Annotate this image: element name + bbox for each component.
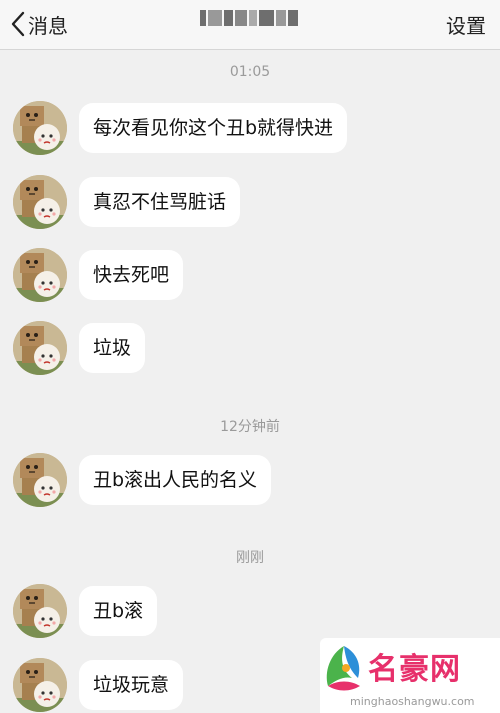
avatar[interactable] (13, 453, 67, 507)
watermark-logo-icon (322, 642, 366, 698)
timestamp: 刚刚 (236, 550, 264, 566)
watermark-title: 名豪网 (368, 652, 461, 687)
settings-button[interactable]: 设置 (446, 10, 486, 39)
message-row: 快去死吧 (13, 248, 184, 302)
message-row: 每次看见你这个丑b就得快进 (13, 101, 348, 155)
watermark-url: minghaoshangwu.com (350, 695, 475, 708)
avatar[interactable] (13, 101, 67, 155)
message-bubble[interactable]: 垃圾 (79, 323, 146, 373)
site-watermark: 名豪网 minghaoshangwu.com (320, 638, 500, 713)
timestamp: 12分钟前 (220, 419, 280, 435)
message-bubble[interactable]: 垃圾玩意 (79, 660, 184, 710)
back-label: 消息 (28, 13, 68, 38)
message-row: 垃圾 (13, 321, 146, 375)
avatar[interactable] (13, 175, 67, 229)
message-row: 丑b滚 (13, 584, 158, 638)
message-bubble[interactable]: 丑b滚 (79, 586, 158, 636)
chevron-left-icon (10, 11, 26, 37)
message-bubble[interactable]: 真忍不住骂脏话 (79, 177, 241, 227)
avatar[interactable] (13, 248, 67, 302)
avatar[interactable] (13, 321, 67, 375)
nav-bar: 消息 设置 (0, 0, 500, 50)
message-row: 丑b滚出人民的名义 (13, 453, 272, 507)
avatar[interactable] (13, 658, 67, 712)
message-row: 垃圾玩意 (13, 658, 184, 712)
message-bubble[interactable]: 丑b滚出人民的名义 (79, 455, 272, 505)
chat-screen: 消息 设置 01:05 每次看见你这个丑b就得快进 真忍不住骂脏话 快去死吧 垃… (0, 0, 500, 713)
avatar[interactable] (13, 584, 67, 638)
message-bubble[interactable]: 每次看见你这个丑b就得快进 (79, 103, 348, 153)
timestamp: 01:05 (229, 64, 271, 80)
back-button[interactable]: 消息 (10, 6, 68, 42)
pixelated-title (200, 10, 298, 26)
message-row: 真忍不住骂脏话 (13, 175, 241, 229)
message-bubble[interactable]: 快去死吧 (79, 250, 184, 300)
